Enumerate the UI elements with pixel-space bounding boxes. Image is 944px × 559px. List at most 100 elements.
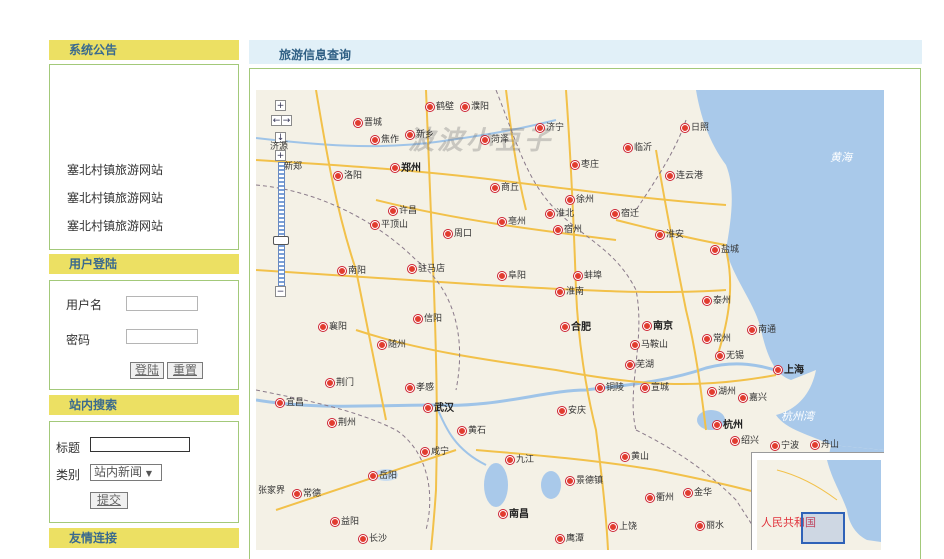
map-city[interactable]: 驻马店	[408, 264, 445, 274]
map-city[interactable]: 常州	[703, 334, 731, 344]
map-city[interactable]: 芜湖	[626, 360, 654, 370]
map-city[interactable]: 武汉	[424, 404, 454, 414]
map-city[interactable]: 济源	[270, 142, 288, 152]
map-city[interactable]: 上饶	[609, 522, 637, 532]
map-city[interactable]: 濮阳	[461, 102, 489, 112]
map-city[interactable]: 南通	[748, 325, 776, 335]
map-city[interactable]: 安庆	[558, 406, 586, 416]
map-view[interactable]: 波波小豆子 黄海 杭州湾 + ← → ↓ + − 鹤壁 濮阳 晋城 焦作 新乡 …	[256, 90, 884, 550]
map-city[interactable]: 铜陵	[596, 383, 624, 393]
map-city[interactable]: 商丘	[491, 183, 519, 193]
map-city[interactable]: 晋城	[354, 118, 382, 128]
map-city[interactable]: 淮北	[546, 209, 574, 219]
map-city[interactable]: 枣庄	[571, 160, 599, 170]
map-city[interactable]: 鹤壁	[426, 102, 454, 112]
map-city[interactable]: 益阳	[331, 517, 359, 527]
map-city[interactable]: 湖州	[708, 387, 736, 397]
map-city[interactable]: 蚌埠	[574, 271, 602, 281]
map-city[interactable]: 无锡	[716, 351, 744, 361]
map-city[interactable]: 连云港	[666, 171, 703, 181]
map-city[interactable]: 日照	[681, 123, 709, 133]
map-city[interactable]: 南阳	[338, 266, 366, 276]
notice-item[interactable]: 塞北村镇旅游网站	[67, 217, 163, 234]
map-city[interactable]: 南昌	[499, 510, 529, 520]
map-city[interactable]: 郑州	[391, 164, 421, 174]
overview-map[interactable]: 人民共和国	[751, 452, 884, 550]
map-city[interactable]: 黄山	[621, 452, 649, 462]
map-city[interactable]: 盐城	[711, 245, 739, 255]
map-city[interactable]: 黄石	[458, 426, 486, 436]
map-city[interactable]: 随州	[378, 340, 406, 350]
map-city[interactable]: 岳阳	[369, 471, 397, 481]
title-input[interactable]	[90, 437, 190, 452]
map-city[interactable]: 许昌	[389, 206, 417, 216]
overview-viewport[interactable]	[801, 512, 845, 544]
map-city[interactable]: 荆门	[326, 378, 354, 388]
map-city[interactable]: 荆州	[328, 418, 356, 428]
zoom-out-icon[interactable]: −	[275, 286, 286, 297]
map-city[interactable]: 九江	[506, 455, 534, 465]
map-city[interactable]: 济宁	[536, 123, 564, 133]
map-city[interactable]: 长沙	[359, 534, 387, 544]
map-city[interactable]: 丽水	[696, 521, 724, 531]
notice-item[interactable]: 塞北村镇旅游网站	[67, 161, 163, 178]
map-city[interactable]: 新郑	[284, 162, 302, 172]
map-city[interactable]: 嘉兴	[739, 393, 767, 403]
map-city[interactable]: 亳州	[498, 217, 526, 227]
pan-up-icon[interactable]: +	[275, 100, 286, 111]
map-city[interactable]: 咸宁	[421, 447, 449, 457]
map-city[interactable]: 洛阳	[334, 171, 362, 181]
submit-button[interactable]: 提交	[90, 492, 128, 509]
sea-label: 杭州湾	[781, 410, 814, 423]
chevron-down-icon: ▼	[145, 469, 152, 478]
main-header: 旅游信息查询	[249, 40, 922, 64]
map-city[interactable]: 菏泽	[481, 135, 509, 145]
username-label: 用户名	[66, 298, 103, 312]
notice-item[interactable]: 塞北村镇旅游网站	[67, 189, 163, 206]
map-city[interactable]: 临沂	[624, 143, 652, 153]
map-city[interactable]: 淮安	[656, 230, 684, 240]
map-city[interactable]: 合肥	[561, 323, 591, 333]
username-input[interactable]	[126, 296, 198, 311]
map-city[interactable]: 绍兴	[731, 436, 759, 446]
map-city[interactable]: 孝感	[406, 383, 434, 393]
map-city[interactable]: 舟山	[811, 440, 839, 450]
map-city[interactable]: 金华	[684, 488, 712, 498]
notice-panel: 塞北村镇旅游网站 塞北村镇旅游网站 塞北村镇旅游网站	[49, 64, 239, 250]
map-city[interactable]: 信阳	[414, 314, 442, 324]
map-city[interactable]: 焦作	[371, 135, 399, 145]
map-city[interactable]: 宁波	[771, 441, 799, 451]
map-city[interactable]: 上海	[774, 366, 804, 376]
map-city[interactable]: 淮南	[556, 287, 584, 297]
map-city[interactable]: 宿迁	[611, 209, 639, 219]
map-city[interactable]: 杭州	[713, 421, 743, 431]
map-city[interactable]: 襄阳	[319, 322, 347, 332]
map-city[interactable]: 阜阳	[498, 271, 526, 281]
map-city[interactable]: 新乡	[406, 130, 434, 140]
map-city[interactable]: 平顶山	[371, 220, 408, 230]
map-city[interactable]: 宣城	[641, 383, 669, 393]
map-city[interactable]: 泰州	[703, 296, 731, 306]
map-city[interactable]: 常德	[293, 489, 321, 499]
zoom-slider-handle[interactable]	[273, 236, 289, 245]
map-city[interactable]: 宿州	[554, 225, 582, 235]
map-city[interactable]: 周口	[444, 229, 472, 239]
map-city[interactable]: 徐州	[566, 195, 594, 205]
map-city[interactable]: 宜昌	[276, 398, 304, 408]
password-input[interactable]	[126, 329, 198, 344]
notice-header: 系统公告	[49, 40, 239, 60]
category-selected-value: 站内新闻	[94, 465, 143, 479]
map-city[interactable]: 景德镇	[566, 476, 603, 486]
pan-right-icon[interactable]: →	[281, 115, 292, 126]
map-city[interactable]: 马鞍山	[631, 340, 668, 350]
sea-label: 黄海	[830, 151, 852, 164]
links-title: 友情连接	[69, 531, 118, 545]
category-select[interactable]: 站内新闻 ▼	[90, 464, 162, 481]
zoom-slider[interactable]	[278, 162, 285, 290]
map-city[interactable]: 鹰潭	[556, 534, 584, 544]
map-city[interactable]: 衢州	[646, 493, 674, 503]
reset-button[interactable]: 重置	[167, 362, 203, 379]
map-city[interactable]: 南京	[643, 322, 673, 332]
map-city[interactable]: 张家界	[258, 486, 285, 496]
login-button[interactable]: 登陆	[130, 362, 164, 379]
